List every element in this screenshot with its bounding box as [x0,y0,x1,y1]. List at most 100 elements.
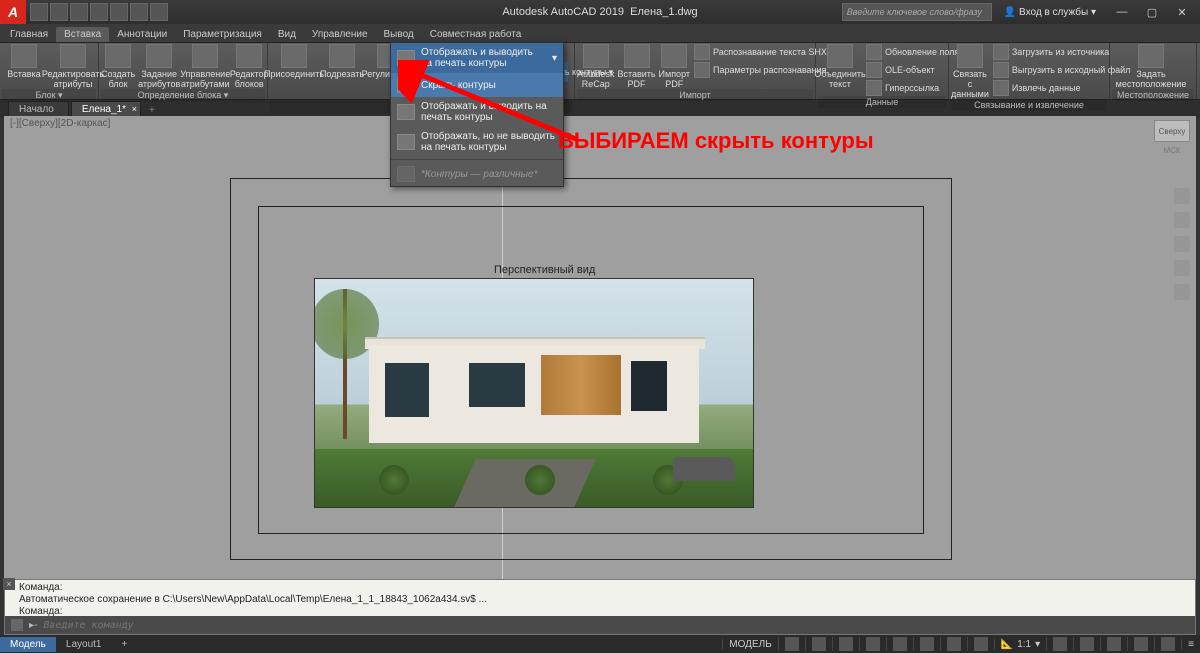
import-pdf-button[interactable]: Импорт PDF [659,44,690,89]
command-window[interactable]: × Команда: Автоматическое сохранение в C… [4,579,1196,635]
perspective-render-image [314,278,754,508]
panel-title-import: Импорт [577,89,813,101]
customization-button[interactable]: ≡ [1181,639,1200,650]
status-tab-layout1[interactable]: Layout1 [56,637,112,652]
qat-new-icon[interactable] [30,3,48,21]
ribbon-tab-collaborate[interactable]: Совместная работа [422,27,530,42]
hardware-accel-icon[interactable] [1134,637,1148,651]
qat-plot-icon[interactable] [110,3,128,21]
minimize-button[interactable]: — [1108,4,1136,20]
isolate-icon[interactable] [1107,637,1121,651]
command-close-icon[interactable]: × [3,578,15,590]
lineweight-icon[interactable] [920,637,934,651]
annotation-text: ВЫБИРАЕМ скрыть контуры [558,128,874,154]
edit-attributes-button[interactable]: Редактировать атрибуты [50,44,96,89]
title-bar: A Autodesk AutoCAD 2019 Елена_1.dwg Введ… [0,0,1200,24]
hyperlink-button[interactable]: Гиперссылка [866,80,959,96]
ribbon-tab-annotate[interactable]: Аннотации [109,27,175,42]
osnap-icon[interactable] [893,637,907,651]
ribbon-tab-output[interactable]: Вывод [376,27,422,42]
qat-open-icon[interactable] [50,3,68,21]
viewport-label[interactable]: [-][Сверху][2D-каркас] [10,118,110,129]
ribbon-tab-home[interactable]: Главная [2,27,56,42]
nav-pan-icon[interactable] [1174,212,1190,228]
shx-recognize-button[interactable]: Распознавание текста SHX [694,44,827,60]
command-history: Команда: Автоматическое сохранение в C:\… [5,580,1195,616]
combine-text-button[interactable]: Объединить текст [818,44,862,89]
ole-object-button[interactable]: OLE-объект [866,62,959,78]
nav-wheel-icon[interactable] [1174,188,1190,204]
qat-saveas-icon[interactable] [90,3,108,21]
annotation-scale[interactable]: 📐1:1▾ [994,639,1046,650]
nav-zoom-icon[interactable] [1174,236,1190,252]
panel-data: Объединить текст Обновление поля OLE-объ… [816,43,949,99]
viewcube-area: Сверху МСК [1154,120,1190,155]
grid-icon[interactable] [785,637,799,651]
nav-orbit-icon[interactable] [1174,260,1190,276]
close-button[interactable]: ✕ [1168,4,1196,20]
link-data-button[interactable]: Связать с данными [951,44,989,99]
insert-block-button[interactable]: Вставка [2,44,46,79]
clean-screen-icon[interactable] [1161,637,1175,651]
recognition-settings-button[interactable]: Параметры распознавания [694,62,827,78]
panel-import: Autodesk ReCap Вставить PDF Импорт PDF Р… [575,43,816,99]
qat-undo-icon[interactable] [130,3,148,21]
clip-button[interactable]: Подрезать [322,44,362,79]
manage-attributes-button[interactable]: Управление атрибутами [183,44,227,89]
maximize-button[interactable]: ▢ [1138,4,1166,20]
panel-location: Задать местоположение Местоположение [1110,43,1197,99]
qat-save-icon[interactable] [70,3,88,21]
ribbon-tab-insert[interactable]: Вставка [56,27,109,42]
dd-item-display-print-frames[interactable]: Отображать и выводить на печать контуры … [391,43,563,73]
ribbon-tab-view[interactable]: Вид [270,27,304,42]
frames-dropdown: Отображать и выводить на печать контуры … [390,42,564,187]
snap-icon[interactable] [812,637,826,651]
model-viewport[interactable]: [-][Сверху][2D-каркас] Сверху МСК Перспе… [4,116,1196,580]
command-input-row: ▸- [5,616,1195,634]
status-tab-add[interactable]: + [112,637,138,652]
recap-button[interactable]: Autodesk ReCap [577,44,615,89]
frame-show-icon [397,50,415,66]
render-caption: Перспективный вид [494,264,595,276]
qat-redo-icon[interactable] [150,3,168,21]
viewcube-wcs-label[interactable]: МСК [1163,146,1180,155]
nav-showmotion-icon[interactable] [1174,284,1190,300]
help-search-input[interactable]: Введите ключевое слово/фразу [842,3,992,21]
dd-item-hide-frames[interactable]: Скрыть контуры [391,73,563,97]
status-model-label[interactable]: МОДЕЛЬ [722,639,777,650]
window-title: Autodesk AutoCAD 2019 Елена_1.dwg [502,6,697,18]
frame-noprint-icon [397,134,415,150]
status-tab-model[interactable]: Модель [0,637,56,652]
define-attributes-button[interactable]: Задание атрибутов [139,44,179,89]
set-location-button[interactable]: Задать местоположение [1112,44,1190,89]
create-block-button[interactable]: Создать блок [101,44,135,89]
cycling-icon[interactable] [974,637,988,651]
annotation-monitor-icon[interactable] [1080,637,1094,651]
login-link[interactable]: 👤 Вход в службы ▾ [998,7,1102,18]
ribbon-tab-strip: Главная Вставка Аннотации Параметризация… [0,24,1200,43]
block-editor-button[interactable]: Редактор блоков [231,44,267,89]
ortho-icon[interactable] [839,637,853,651]
panel-title-linking: Связывание и извлечение [951,99,1107,111]
insert-pdf-button[interactable]: Вставить PDF [619,44,655,89]
attach-button[interactable]: Присоединить [270,44,318,79]
panel-title-data: Данные [818,96,946,108]
app-logo[interactable]: A [0,0,26,24]
viewcube[interactable]: Сверху [1154,120,1190,142]
command-input[interactable] [43,620,1189,631]
quick-access-toolbar [26,3,168,21]
status-bar: Модель Layout1 + МОДЕЛЬ 📐1:1▾ ≡ [0,635,1200,653]
ribbon-tab-parametric[interactable]: Параметризация [175,27,270,42]
update-field-button[interactable]: Обновление поля [866,44,959,60]
polar-icon[interactable] [866,637,880,651]
close-icon[interactable]: × [132,104,137,114]
dd-item-display-noprint-frames[interactable]: Отображать, но не выводить на печать кон… [391,127,563,157]
dd-item-frames-vary: *Контуры — различные* [391,162,563,186]
ribbon-tab-manage[interactable]: Управление [304,27,376,42]
dd-item-display-print-frames-2[interactable]: Отображать и выводить на печать контуры [391,97,563,127]
frame-show-icon [397,104,415,120]
transparency-icon[interactable] [947,637,961,651]
frame-vary-icon [397,166,415,182]
workspace-icon[interactable] [1053,637,1067,651]
panel-linking: Связать с данными Загрузить из источника… [949,43,1110,99]
